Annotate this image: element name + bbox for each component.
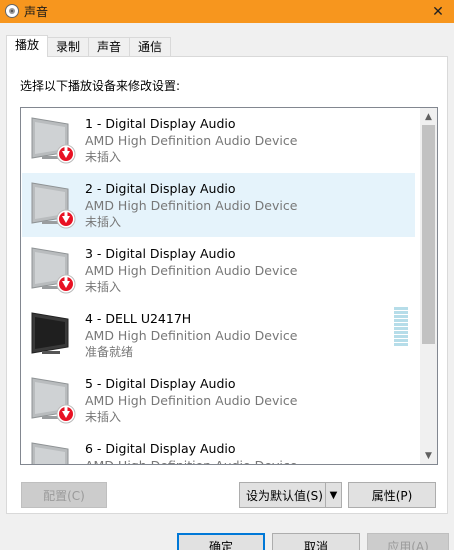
device-status: 未插入 [85,150,122,164]
title-bar[interactable]: 声音 ✕ [0,0,454,23]
tab-sounds[interactable]: 声音 [88,37,131,57]
device-description: AMD High Definition Audio Device [85,198,298,213]
volume-meter [394,307,410,347]
monitor-unplugged-icon [31,377,76,424]
monitor-unplugged-icon [31,247,76,294]
instruction-label: 选择以下播放设备来修改设置: [20,79,181,93]
device-item[interactable]: 1 - Digital Display Audio AMD High Defin… [22,108,415,172]
monitor-unplugged-icon [31,182,76,229]
device-item[interactable]: 5 - Digital Display Audio AMD High Defin… [22,368,415,432]
device-status: 未插入 [85,280,122,294]
tab-recording[interactable]: 录制 [47,37,90,57]
chevron-down-icon[interactable]: ▼ [325,483,341,507]
device-name: 1 - Digital Display Audio [85,116,236,131]
device-name: 3 - Digital Display Audio [85,246,236,261]
device-description: AMD High Definition Audio Device [85,133,298,148]
monitor-ready-icon [31,312,69,354]
device-list[interactable]: 1 - Digital Display Audio AMD High Defin… [20,107,438,465]
device-item[interactable]: 3 - Digital Display Audio AMD High Defin… [22,238,415,302]
cancel-button[interactable]: 取消 [272,533,360,550]
device-name: 5 - Digital Display Audio [85,376,236,391]
monitor-unplugged-icon [31,117,76,164]
device-status: 未插入 [85,410,122,424]
close-button[interactable]: ✕ [422,0,454,23]
ok-button[interactable]: 确定 [177,533,265,550]
scroll-up-arrow-icon[interactable]: ▲ [420,108,437,125]
apply-button[interactable]: 应用(A) [367,533,449,550]
tab-communications[interactable]: 通信 [129,37,172,57]
device-item[interactable]: 6 - Digital Display Audio AMD High Defin… [22,433,415,464]
set-default-label: 设为默认值(S) [246,488,323,503]
speaker-icon [5,4,19,18]
properties-button[interactable]: 属性(P) [348,482,436,508]
device-description: AMD High Definition Audio Device [85,328,298,343]
window-title: 声音 [24,5,49,19]
dialog-body: 播放 录制 声音 通信 选择以下播放设备来修改设置: 1 - Digital D… [0,23,454,550]
device-name: 4 - DELL U2417H [85,311,192,326]
device-name: 6 - Digital Display Audio [85,441,236,456]
monitor-unplugged-icon [31,442,69,464]
device-item-selected[interactable]: 2 - Digital Display Audio AMD High Defin… [22,173,415,237]
tab-playback[interactable]: 播放 [6,35,49,57]
scrollbar-thumb[interactable] [422,125,435,344]
device-description: AMD High Definition Audio Device [85,263,298,278]
device-description: AMD High Definition Audio Device [85,457,297,464]
device-description: AMD High Definition Audio Device [85,393,298,408]
scroll-down-arrow-icon[interactable]: ▼ [420,447,437,464]
device-name: 2 - Digital Display Audio [85,181,236,196]
tab-strip: 播放 录制 声音 通信 [6,35,172,57]
device-status: 未插入 [85,215,122,229]
device-status: 准备就绪 [85,345,134,359]
device-item[interactable]: 4 - DELL U2417H AMD High Definition Audi… [22,303,415,367]
playback-panel: 选择以下播放设备来修改设置: 1 - Digital Display Audio… [6,56,448,514]
configure-button[interactable]: 配置(C) [21,482,107,508]
vertical-scrollbar[interactable]: ▲ ▼ [420,108,437,464]
set-default-button[interactable]: 设为默认值(S) ▼ [239,482,342,508]
